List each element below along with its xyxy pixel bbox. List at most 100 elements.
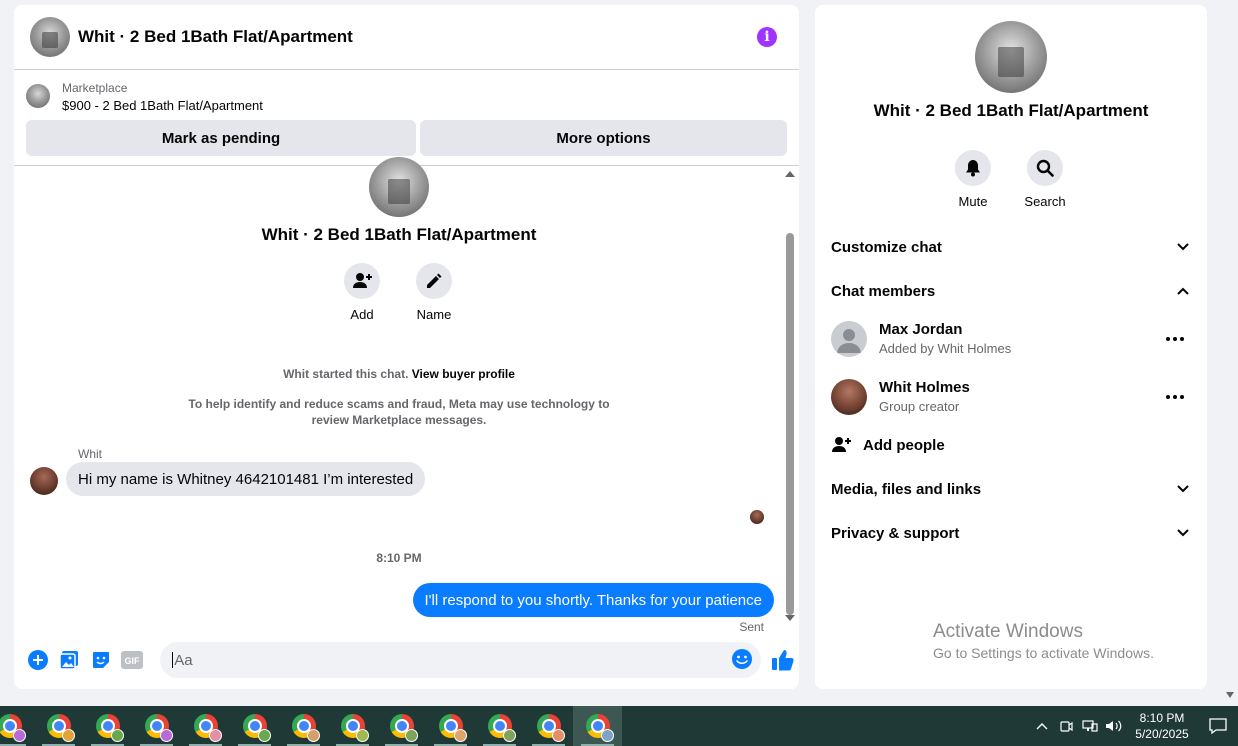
taskbar-chrome-button[interactable] [34, 706, 83, 746]
activate-windows-watermark: Activate Windows Go to Settings to activ… [933, 621, 1154, 661]
profile-badge-icon [61, 729, 75, 742]
scroll-down-arrow-icon[interactable] [785, 615, 795, 621]
edit-name-button[interactable] [416, 263, 452, 299]
taskbar-chrome-button[interactable] [475, 706, 524, 746]
view-buyer-profile-link[interactable]: View buyer profile [412, 367, 515, 381]
intro-title: Whit · 2 Bed 1Bath Flat/Apartment [261, 225, 537, 244]
customize-chat-label: Customize chat [831, 238, 942, 256]
add-people-label: Add people [863, 436, 945, 454]
info-icon[interactable]: i [757, 27, 777, 47]
details-title: Whit · 2 Bed 1Bath Flat/Apartment [873, 101, 1149, 120]
more-options-icon[interactable] [1165, 337, 1185, 341]
chrome-icon [340, 714, 369, 742]
profile-badge-icon [110, 729, 124, 742]
listing-thumbnail[interactable] [26, 84, 50, 108]
gif-text: GIF [125, 656, 141, 666]
message-scrollbar[interactable] [785, 171, 795, 621]
conversation-avatar[interactable] [30, 17, 70, 57]
outgoing-message[interactable]: I'll respond to you shortly. Thanks for … [412, 583, 774, 617]
chat-members-section[interactable]: Chat members [815, 271, 1207, 311]
page-scroll-down-arrow-icon[interactable] [1226, 692, 1234, 698]
gif-icon[interactable]: GIF [121, 648, 145, 672]
taskbar-chrome-button[interactable] [377, 706, 426, 746]
intro-avatar [369, 157, 429, 217]
add-person-button[interactable] [344, 263, 380, 299]
sticker-icon[interactable] [89, 648, 113, 672]
chevron-down-icon [1175, 481, 1191, 497]
member-row[interactable]: Max Jordan Added by Whit Holmes [815, 312, 1207, 366]
mute-button[interactable] [955, 150, 991, 186]
taskbar-chrome-button[interactable] [573, 706, 622, 746]
chrome-icon [536, 714, 565, 742]
chrome-icon [389, 714, 418, 742]
photo-icon[interactable] [58, 648, 82, 672]
incoming-message[interactable]: Hi my name is Whitney 4642101481 I’m int… [66, 462, 426, 496]
taskbar-chrome-button[interactable] [328, 706, 377, 746]
media-files-links-label: Media, files and links [831, 480, 982, 498]
add-person-icon [353, 273, 372, 288]
media-files-links-section[interactable]: Media, files and links [815, 469, 1207, 509]
details-avatar[interactable] [975, 21, 1047, 93]
member-name: Max Jordan [879, 321, 963, 338]
taskbar-clock[interactable]: 8:10 PM 5/20/2025 [1130, 710, 1194, 742]
mark-as-pending-button[interactable]: Mark as pending [26, 120, 416, 156]
meet-now-icon[interactable] [1054, 706, 1078, 746]
taskbar-chrome-button[interactable] [0, 706, 34, 746]
privacy-support-label: Privacy & support [831, 524, 960, 542]
thumbs-up-icon[interactable] [771, 648, 795, 672]
sent-status: Sent [739, 620, 764, 634]
taskbar-chrome-button[interactable] [279, 706, 328, 746]
text-caret [172, 652, 174, 668]
profile-badge-icon [551, 729, 565, 742]
chevron-down-icon [1175, 525, 1191, 541]
scrollbar-thumb[interactable] [786, 233, 794, 615]
emoji-icon[interactable] [731, 648, 753, 675]
system-tray: 8:10 PM 5/20/2025 [1030, 706, 1238, 746]
network-icon[interactable] [1078, 706, 1102, 746]
scroll-up-arrow-icon[interactable] [785, 171, 795, 177]
chevron-up-icon[interactable] [1030, 706, 1054, 746]
more-options-button[interactable]: More options [420, 120, 787, 156]
add-person-icon [832, 437, 851, 452]
chrome-icon [438, 714, 467, 742]
member-subtitle: Group creator [879, 399, 960, 414]
member-row[interactable]: Whit Holmes Group creator [815, 370, 1207, 424]
message-composer: GIF Aa [14, 635, 799, 685]
plus-circle-icon[interactable] [26, 648, 50, 672]
name-label: Name [416, 307, 452, 322]
member-name: Whit Holmes [879, 379, 970, 396]
profile-badge-icon [453, 729, 467, 742]
taskbar-chrome-button[interactable] [132, 706, 181, 746]
activate-windows-title: Activate Windows [933, 621, 1083, 642]
sender-name: Whit [78, 447, 102, 461]
sender-avatar[interactable] [30, 467, 58, 495]
more-options-icon[interactable] [1165, 395, 1185, 399]
chrome-icon [291, 714, 320, 742]
member-subtitle: Added by Whit Holmes [879, 341, 1012, 356]
customize-chat-section[interactable]: Customize chat [815, 227, 1207, 267]
message-timestamp: 8:10 PM [376, 551, 422, 565]
add-people-row[interactable]: Add people [815, 425, 1207, 465]
profile-badge-icon [306, 729, 320, 742]
message-input[interactable]: Aa [160, 642, 761, 678]
windows-taskbar: 8:10 PM 5/20/2025 [0, 706, 1238, 746]
profile-badge-icon [159, 729, 173, 742]
listing-description[interactable]: $900 - 2 Bed 1Bath Flat/Apartment [62, 96, 263, 116]
taskbar-chrome-button[interactable] [524, 706, 573, 746]
chat-started-notice: Whit started this chat. View buyer profi… [14, 367, 784, 381]
volume-icon[interactable] [1102, 706, 1126, 746]
search-button[interactable] [1027, 150, 1063, 186]
message-list[interactable]: Whit · 2 Bed 1Bath Flat/Apartment Add Na… [14, 157, 799, 634]
taskbar-chrome-button[interactable] [426, 706, 475, 746]
marketplace-listing: Marketplace $900 - 2 Bed 1Bath Flat/Apar… [14, 70, 799, 166]
privacy-support-section[interactable]: Privacy & support [815, 513, 1207, 553]
notification-center-icon[interactable] [1198, 706, 1238, 746]
chrome-icon [585, 714, 614, 742]
taskbar-chrome-button[interactable] [83, 706, 132, 746]
taskbar-chrome-button[interactable] [181, 706, 230, 746]
bell-icon [966, 160, 980, 177]
taskbar-chrome-button[interactable] [230, 706, 279, 746]
conversation-title[interactable]: Whit · 2 Bed 1Bath Flat/Apartment [78, 27, 757, 47]
profile-badge-icon [404, 729, 418, 742]
scam-notice: To help identify and reduce scams and fr… [188, 397, 610, 427]
